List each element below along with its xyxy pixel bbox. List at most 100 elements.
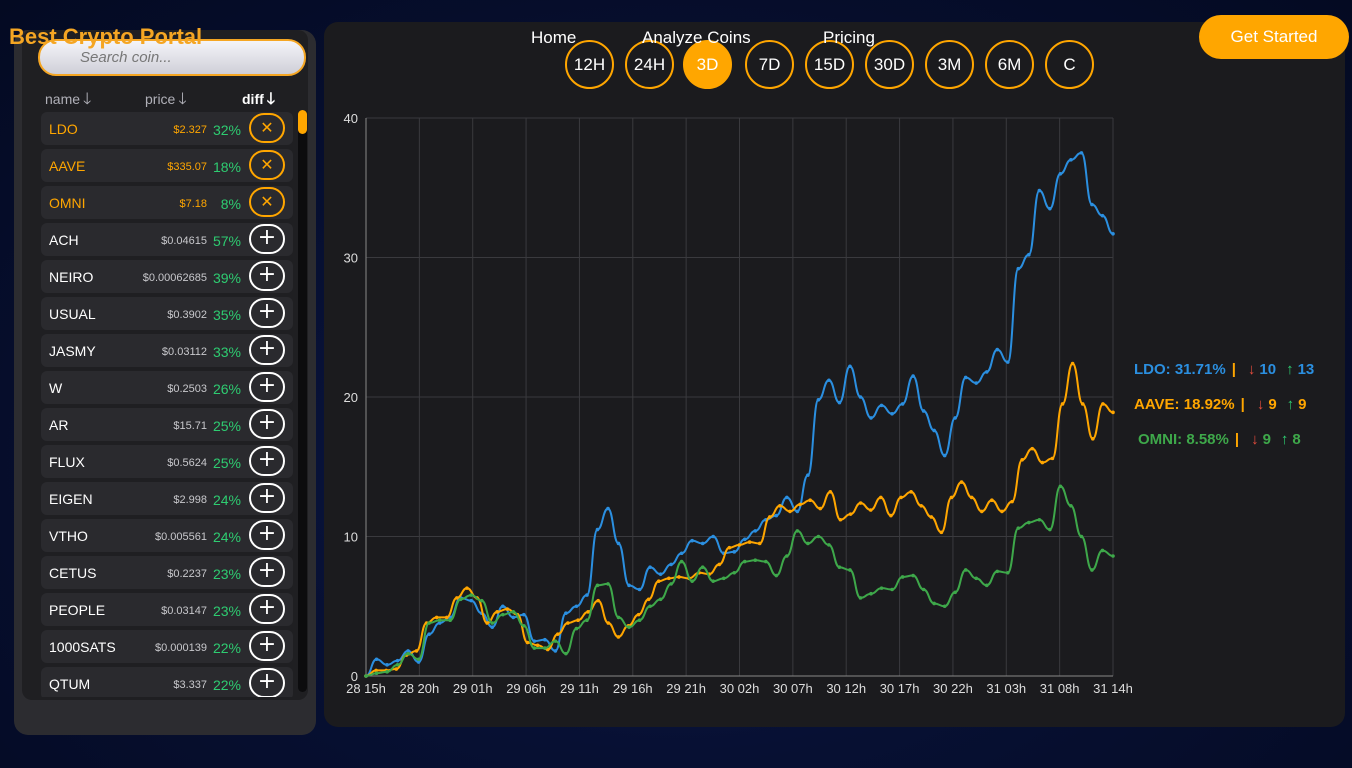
- coin-price: $0.005561: [155, 531, 207, 543]
- legend-entry: OMNI: 8.58% | ↓ 9 ↑ 8: [1138, 431, 1301, 448]
- legend-down-count: 10: [1259, 361, 1277, 378]
- add-coin-button[interactable]: +: [249, 631, 285, 661]
- coin-diff: 22%: [212, 640, 241, 656]
- coin-row[interactable]: OMNI $7.18 8% ✕: [41, 186, 293, 219]
- plus-icon: +: [257, 373, 277, 398]
- coin-diff: 32%: [212, 122, 241, 138]
- add-coin-button[interactable]: +: [249, 668, 285, 697]
- plus-icon: +: [257, 447, 277, 472]
- plus-icon: +: [257, 632, 277, 657]
- scrollbar-thumb[interactable]: [298, 110, 307, 134]
- add-coin-button[interactable]: +: [249, 483, 285, 513]
- coin-name: FLUX: [49, 454, 85, 470]
- column-name-label: name: [45, 91, 81, 107]
- coin-price: $0.2503: [167, 383, 207, 395]
- close-icon: ✕: [260, 155, 274, 174]
- add-coin-button[interactable]: +: [249, 261, 285, 291]
- legend-separator: |: [1240, 396, 1245, 413]
- coin-diff: 25%: [212, 418, 241, 434]
- coin-diff: 23%: [212, 603, 241, 619]
- column-diff-label: diff: [242, 91, 264, 107]
- coin-diff: 33%: [212, 344, 241, 360]
- remove-coin-button[interactable]: ✕: [249, 187, 285, 217]
- plus-icon: +: [257, 595, 277, 620]
- coin-price: $2.998: [173, 494, 207, 506]
- legend-down-count: 9: [1268, 396, 1277, 413]
- add-coin-button[interactable]: +: [249, 298, 285, 328]
- coin-row[interactable]: CETUS $0.2237 23% +: [41, 556, 293, 589]
- add-coin-button[interactable]: +: [249, 335, 285, 365]
- coin-diff: 8%: [220, 196, 241, 212]
- coin-row[interactable]: NEIRO $0.00062685 39% +: [41, 260, 293, 293]
- coin-diff: 22%: [212, 677, 241, 693]
- add-coin-button[interactable]: +: [249, 372, 285, 402]
- coin-price: $0.3902: [167, 309, 207, 321]
- plus-icon: +: [257, 299, 277, 324]
- coin-row[interactable]: W $0.2503 26% +: [41, 371, 293, 404]
- coin-price: $3.337: [173, 679, 207, 691]
- arrow-down-icon: ↓: [1247, 361, 1256, 378]
- add-coin-button[interactable]: +: [249, 557, 285, 587]
- arrow-down-icon: 🡓: [266, 91, 276, 108]
- coin-price: $7.18: [179, 198, 207, 210]
- coin-row[interactable]: PEOPLE $0.03147 23% +: [41, 593, 293, 626]
- top-nav: Home Analyze Coins Pricing: [0, 28, 1352, 48]
- coin-diff: 24%: [212, 492, 241, 508]
- legend-separator: |: [1231, 361, 1236, 378]
- coin-diff: 26%: [212, 381, 241, 397]
- remove-coin-button[interactable]: ✕: [249, 113, 285, 143]
- legend-entry: AAVE: 18.92% | ↓ 9 ↑ 9: [1134, 396, 1307, 413]
- nav-pricing[interactable]: Pricing: [823, 28, 875, 48]
- coin-name: AR: [49, 417, 69, 433]
- coin-row[interactable]: FLUX $0.5624 25% +: [41, 445, 293, 478]
- scrollbar[interactable]: [298, 110, 307, 692]
- coin-name: NEIRO: [49, 269, 94, 285]
- coin-row[interactable]: AR $15.71 25% +: [41, 408, 293, 441]
- coin-row[interactable]: ACH $0.04615 57% +: [41, 223, 293, 256]
- add-coin-button[interactable]: +: [249, 594, 285, 624]
- legend-label: OMNI: 8.58%: [1138, 431, 1229, 448]
- add-coin-button[interactable]: +: [249, 520, 285, 550]
- column-diff-header[interactable]: diff 🡓: [242, 88, 275, 115]
- nav-home[interactable]: Home: [531, 28, 576, 48]
- add-coin-button[interactable]: +: [249, 409, 285, 439]
- coin-name: VTHO: [49, 528, 88, 544]
- plus-icon: +: [257, 336, 277, 361]
- coin-price: $0.2237: [167, 568, 207, 580]
- coin-name: QTUM: [49, 676, 91, 692]
- coin-name: CETUS: [49, 565, 97, 581]
- nav-analyze-coins[interactable]: Analyze Coins: [642, 28, 751, 48]
- coin-name: USUAL: [49, 306, 96, 322]
- remove-coin-button[interactable]: ✕: [249, 150, 285, 180]
- arrow-up-icon: ↑: [1286, 361, 1294, 378]
- plus-icon: +: [257, 558, 277, 583]
- coin-name: JASMY: [49, 343, 96, 359]
- coin-row[interactable]: 1000SATS $0.000139 22% +: [41, 630, 293, 663]
- legend-label: LDO: 31.71%: [1134, 361, 1226, 378]
- plus-icon: +: [257, 262, 277, 287]
- coin-price: $0.00062685: [142, 272, 207, 284]
- add-coin-button[interactable]: +: [249, 224, 285, 254]
- coin-name: OMNI: [49, 195, 86, 211]
- coin-row[interactable]: USUAL $0.3902 35% +: [41, 297, 293, 330]
- coin-row[interactable]: AAVE $335.07 18% ✕: [41, 149, 293, 182]
- add-coin-button[interactable]: +: [249, 446, 285, 476]
- legend-up-count: 13: [1297, 361, 1315, 378]
- coin-row[interactable]: EIGEN $2.998 24% +: [41, 482, 293, 515]
- sidebar-inner: name🡓 price🡓 diff🡓 LDO$2.32732%✕AAVE$335…: [22, 30, 308, 700]
- coin-price: $0.03147: [161, 605, 207, 617]
- coin-row[interactable]: JASMY $0.03112 33% +: [41, 334, 293, 367]
- coin-row[interactable]: QTUM $3.337 22% +: [41, 667, 293, 697]
- coin-row[interactable]: LDO $2.327 32% ✕: [41, 112, 293, 145]
- coin-row[interactable]: VTHO $0.005561 24% +: [41, 519, 293, 552]
- coin-list[interactable]: LDO $2.327 32% ✕ AAVE $335.07 18% ✕ OMNI $7.18 8% ✕…: [41, 112, 293, 697]
- plus-icon: +: [257, 521, 277, 546]
- get-started-button[interactable]: Get Started: [1199, 15, 1349, 59]
- column-name-header[interactable]: name 🡓: [45, 88, 91, 115]
- coin-name: 1000SATS: [49, 639, 116, 655]
- arrow-up-icon: ↑: [1280, 431, 1289, 448]
- plus-icon: +: [257, 484, 277, 509]
- coin-diff: 57%: [212, 233, 241, 249]
- column-price-header[interactable]: price 🡓: [145, 88, 187, 115]
- coin-diff: 24%: [212, 529, 241, 545]
